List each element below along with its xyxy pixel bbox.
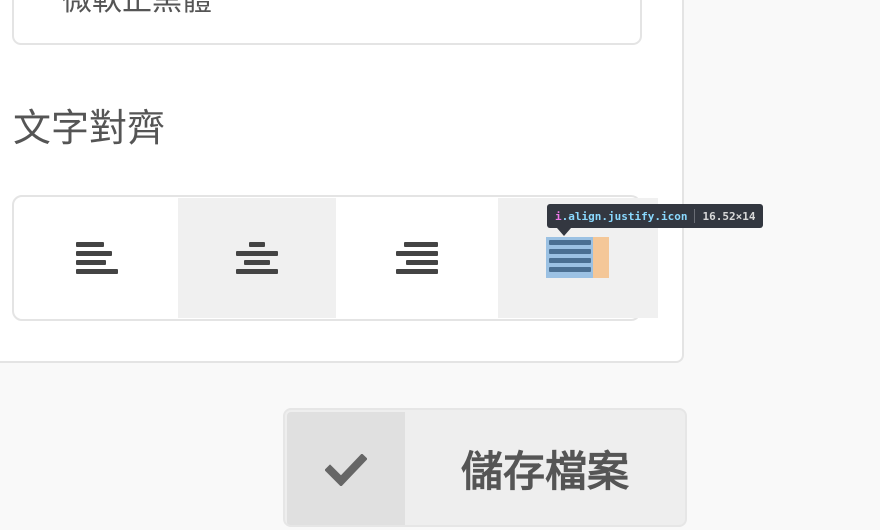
save-icon-box (287, 412, 405, 525)
align-center-button[interactable] (178, 198, 336, 318)
tooltip-tag: i (555, 209, 562, 223)
align-right-button[interactable] (336, 198, 498, 318)
font-field-value: 微軟正黑體 (62, 0, 212, 18)
checkmark-icon (324, 453, 368, 490)
tooltip-dimensions: 16.52×14 (702, 209, 756, 223)
align-left-button[interactable] (16, 198, 178, 318)
tooltip-arrow (557, 228, 571, 236)
tooltip-separator (694, 209, 696, 223)
save-button-label: 儲存檔案 (460, 446, 629, 496)
align-center-icon (236, 242, 278, 274)
align-justify-icon (549, 240, 591, 276)
align-left-icon (76, 242, 118, 274)
save-file-button[interactable]: 儲存檔案 (283, 408, 687, 527)
devtools-inspect-tooltip: i .align.justify.icon 16.52×14 (547, 204, 764, 228)
devtools-highlight-margin (593, 237, 609, 278)
text-align-label: 文字對齊 (13, 106, 166, 150)
align-right-icon (396, 242, 438, 274)
font-field[interactable]: 微軟正黑體 (12, 0, 642, 45)
tooltip-classes: .align.justify.icon (561, 209, 688, 223)
